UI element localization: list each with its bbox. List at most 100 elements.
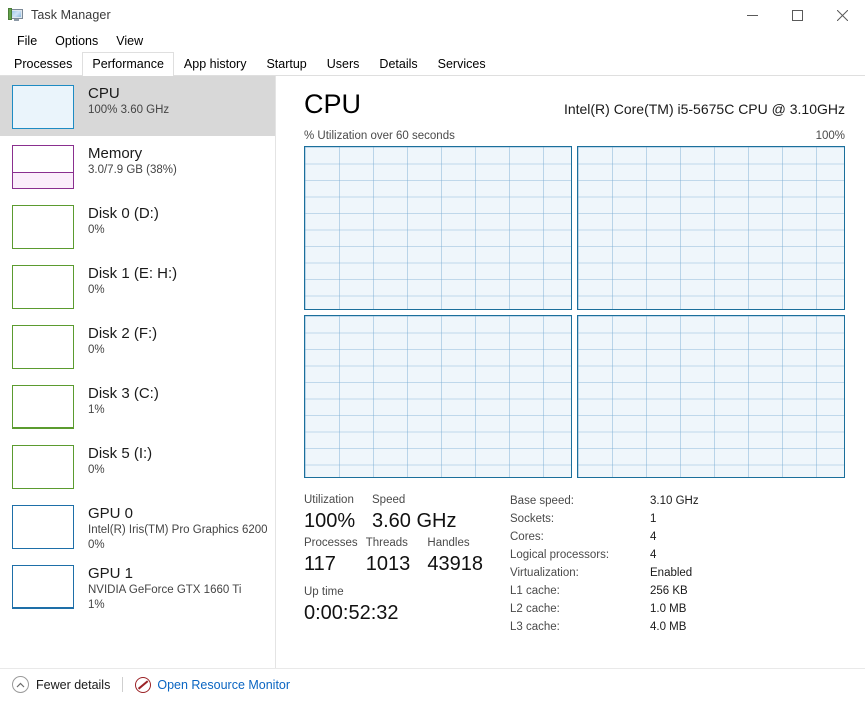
cpu-spec-value: 1 xyxy=(650,513,657,525)
tab-app-history[interactable]: App history xyxy=(174,52,257,76)
cpu-detail-pane: CPU Intel(R) Core(TM) i5-5675C CPU @ 3.1… xyxy=(276,76,865,668)
open-resource-monitor-link[interactable]: Open Resource Monitor xyxy=(135,676,291,693)
cpu-spec-row: Virtualization: Enabled xyxy=(510,564,699,582)
sidebar-item-text: Disk 5 (I:) 0% xyxy=(88,444,152,478)
status-separator xyxy=(122,677,124,692)
sidebar-mini-graph xyxy=(12,505,74,549)
sidebar-item-sub: Intel(R) Iris(TM) Pro Graphics 6200 xyxy=(88,524,267,536)
sidebar-item-sub2: 1% xyxy=(88,599,105,611)
cpu-core-graph-3[interactable] xyxy=(577,314,845,478)
cpu-stats-left: Utilization 100% Speed 3.60 GHz Processe… xyxy=(304,492,500,636)
cpu-spec-row: Sockets: 1 xyxy=(510,510,699,528)
sidebar-item-disk-0-d[interactable]: Disk 0 (D:) 0% xyxy=(0,196,275,256)
sidebar-mini-graph xyxy=(12,325,74,369)
stat-threads-label: Threads xyxy=(365,537,408,549)
tab-users[interactable]: Users xyxy=(317,52,370,76)
stat-speed: Speed 3.60 GHz xyxy=(372,492,472,535)
sidebar-item-memory[interactable]: Memory 3.0/7.9 GB (38%) xyxy=(0,136,275,196)
cpu-spec-key: Base speed: xyxy=(510,495,574,507)
close-button[interactable] xyxy=(820,0,865,30)
cpu-spec-value: 256 KB xyxy=(650,585,688,597)
cpu-stats: Utilization 100% Speed 3.60 GHz Processe… xyxy=(304,492,845,636)
sidebar-item-disk-1-e-h[interactable]: Disk 1 (E: H:) 0% xyxy=(0,256,275,316)
cpu-model-name: Intel(R) Core(TM) i5-5675C CPU @ 3.10GHz xyxy=(563,101,845,117)
menu-file[interactable]: File xyxy=(8,32,46,51)
minimize-button[interactable] xyxy=(730,0,775,30)
graph-caption: % Utilization over 60 seconds xyxy=(304,130,455,142)
sidebar-item-disk-3-c[interactable]: Disk 3 (C:) 1% xyxy=(0,376,275,436)
menu-view[interactable]: View xyxy=(107,32,152,51)
sidebar-item-cpu[interactable]: CPU 100% 3.60 GHz xyxy=(0,76,275,136)
sidebar-mini-graph xyxy=(12,145,74,189)
stat-speed-label: Speed xyxy=(372,494,406,506)
stat-threads: Threads 1013 xyxy=(366,535,428,578)
sidebar-item-gpu-0[interactable]: GPU 0 Intel(R) Iris(TM) Pro Graphics 6200… xyxy=(0,496,275,556)
tab-processes[interactable]: Processes xyxy=(4,52,82,76)
cpu-spec-key: Sockets: xyxy=(510,513,555,525)
cpu-spec-key: Cores: xyxy=(510,531,544,543)
cpu-spec-value: 4.0 MB xyxy=(650,621,687,633)
sidebar-item-sub: 1% xyxy=(88,404,105,416)
cpu-core-graph-1[interactable] xyxy=(577,146,845,310)
sidebar-item-label: GPU 0 xyxy=(88,505,134,522)
menu-bar: File Options View xyxy=(0,30,865,52)
chevron-up-icon xyxy=(12,676,29,693)
stat-threads-value: 1013 xyxy=(365,553,411,575)
sidebar-item-text: Disk 2 (F:) 0% xyxy=(88,324,157,358)
maximize-button[interactable] xyxy=(775,0,820,30)
cpu-core-graph-0[interactable] xyxy=(304,146,572,310)
cpu-spec-row: Logical processors: 4 xyxy=(510,546,699,564)
sidebar-item-label: CPU xyxy=(88,85,120,102)
stat-utilization-label: Utilization xyxy=(304,494,354,506)
sidebar-item-sub2: 0% xyxy=(88,539,105,551)
cpu-spec-key: Logical processors: xyxy=(510,549,610,561)
page-title: CPU xyxy=(304,89,362,119)
cpu-spec-row: Base speed: 3.10 GHz xyxy=(510,492,699,510)
cpu-spec-key: L2 cache: xyxy=(510,603,560,615)
sidebar-item-label: Disk 5 (I:) xyxy=(88,445,153,462)
stat-utilization-value: 100% xyxy=(304,510,356,532)
sidebar-item-label: Disk 2 (F:) xyxy=(88,325,158,342)
stat-utilization: Utilization 100% xyxy=(304,492,372,535)
stat-uptime: Up time 0:00:52:32 xyxy=(304,584,500,627)
menu-options[interactable]: Options xyxy=(46,32,107,51)
sidebar-item-text: Memory 3.0/7.9 GB (38%) xyxy=(88,144,177,178)
tab-strip: Processes Performance App history Startu… xyxy=(0,52,865,76)
sidebar-item-sub: 100% 3.60 GHz xyxy=(88,104,170,116)
stat-uptime-value: 0:00:52:32 xyxy=(304,602,399,624)
sidebar-item-disk-2-f[interactable]: Disk 2 (F:) 0% xyxy=(0,316,275,376)
resource-sidebar[interactable]: CPU 100% 3.60 GHz Memory 3.0/7.9 GB (38%) Di… xyxy=(0,76,276,668)
cpu-spec-key: L1 cache: xyxy=(510,585,560,597)
stat-processes: Processes 117 xyxy=(304,535,366,578)
sidebar-item-gpu-1[interactable]: GPU 1 NVIDIA GeForce GTX 1660 Ti 1% xyxy=(0,556,275,616)
cpu-core-graph-2[interactable] xyxy=(304,314,572,478)
sidebar-item-text: GPU 0 Intel(R) Iris(TM) Pro Graphics 6200… xyxy=(88,504,267,553)
tab-performance[interactable]: Performance xyxy=(82,52,174,76)
cpu-spec-key: L3 cache: xyxy=(510,621,560,633)
sidebar-item-sub: 0% xyxy=(88,224,105,236)
sidebar-item-label: Disk 1 (E: H:) xyxy=(88,265,178,282)
stat-handles: Handles 43918 xyxy=(427,535,500,578)
sidebar-mini-graph xyxy=(12,385,74,429)
graph-max-label: 100% xyxy=(815,130,845,142)
tab-startup[interactable]: Startup xyxy=(256,52,316,76)
sidebar-item-disk-5-i[interactable]: Disk 5 (I:) 0% xyxy=(0,436,275,496)
fewer-details-label: Fewer details xyxy=(36,677,111,692)
stat-handles-label: Handles xyxy=(427,537,470,549)
cpu-spec-row: L3 cache: 4.0 MB xyxy=(510,618,699,636)
cpu-spec-value: 3.10 GHz xyxy=(650,495,699,507)
graph-axis-labels: % Utilization over 60 seconds 100% xyxy=(304,130,845,142)
stat-processes-value: 117 xyxy=(304,553,336,575)
cpu-spec-row: Cores: 4 xyxy=(510,528,699,546)
sidebar-item-sub: 0% xyxy=(88,284,105,296)
cpu-graph-grid[interactable] xyxy=(304,146,845,478)
open-resource-monitor-label: Open Resource Monitor xyxy=(157,677,291,692)
sidebar-mini-graph xyxy=(12,205,74,249)
sidebar-mini-graph xyxy=(12,85,74,129)
tab-services[interactable]: Services xyxy=(428,52,496,76)
fewer-details-button[interactable]: Fewer details xyxy=(12,676,110,693)
sidebar-item-text: CPU 100% 3.60 GHz xyxy=(88,84,169,118)
window-controls xyxy=(730,0,865,30)
tab-details[interactable]: Details xyxy=(369,52,427,76)
sidebar-item-label: Disk 0 (D:) xyxy=(88,205,159,222)
